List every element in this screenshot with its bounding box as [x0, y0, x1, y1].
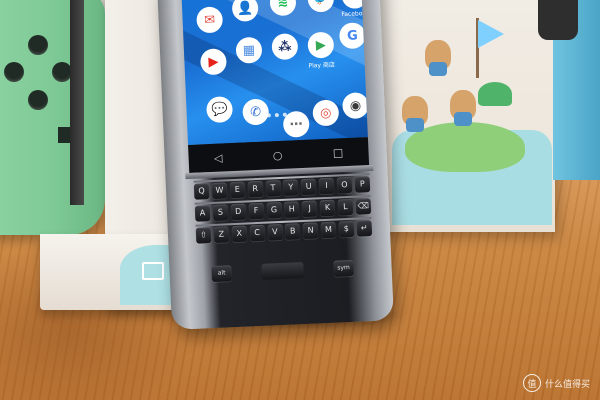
key-⇧[interactable]: ⇧	[195, 227, 212, 244]
blackberry-icon[interactable]: ⁂	[271, 33, 299, 61]
key-↵[interactable]: ↵	[356, 220, 373, 237]
box-character-3	[450, 90, 476, 126]
key-l[interactable]: L	[337, 198, 354, 216]
phone-icon[interactable]: ✆	[242, 98, 270, 126]
contacts-icon[interactable]: 👤	[231, 0, 259, 22]
gmail-icon[interactable]: ✉	[196, 6, 224, 34]
play-label: Play 商店	[308, 61, 336, 70]
facebook-icon[interactable]: f	[341, 0, 368, 10]
key-p[interactable]: P	[354, 176, 371, 193]
phone-screen: ✉👤≋🐦fFacebook▶▦⁂▶Play 商店G💬✆⋯◎◉	[181, 0, 368, 145]
physical-keyboard: alt sym Q W E R T Y U I O P A S D F G H J K L ⌫ ⇧ Z X C V B N M $ ↵	[193, 173, 375, 301]
joy-con-button-right	[52, 62, 72, 82]
key-w[interactable]: W	[211, 182, 228, 199]
joy-con-controller	[0, 0, 105, 235]
joy-con-button-left	[4, 62, 24, 82]
box-character-2	[402, 96, 428, 132]
key-z[interactable]: Z	[213, 226, 230, 243]
recent-apps-icon[interactable]: □	[333, 146, 344, 159]
joy-con-button-down	[28, 90, 48, 110]
switch-console-corner	[538, 0, 578, 40]
camera-icon[interactable]: ◉	[341, 92, 368, 120]
key-v[interactable]: V	[267, 223, 283, 241]
twitter-icon[interactable]: 🐦	[307, 0, 335, 13]
back-icon[interactable]: ◁	[214, 151, 223, 164]
spotify-icon[interactable]: ≋	[269, 0, 297, 17]
key-alt[interactable]: alt	[211, 265, 233, 283]
calculator-icon[interactable]: ▦	[235, 36, 263, 64]
key-g[interactable]: G	[266, 201, 282, 219]
key-m[interactable]: M	[320, 221, 337, 239]
apps-icon[interactable]: ⋯	[282, 110, 310, 138]
key-k[interactable]: K	[319, 199, 336, 217]
box-character-1	[425, 40, 451, 76]
key-b[interactable]: B	[284, 223, 301, 240]
key-s[interactable]: S	[212, 204, 229, 221]
watermark: 值 什么值得买	[522, 374, 590, 392]
chrome-icon[interactable]: ◎	[312, 99, 340, 127]
key-f[interactable]: F	[248, 202, 264, 220]
key-y[interactable]: Y	[283, 179, 299, 196]
joy-con-button-up	[28, 35, 48, 55]
key-⌫[interactable]: ⌫	[355, 198, 372, 215]
box-flag	[478, 20, 504, 48]
key-c[interactable]: C	[249, 224, 265, 242]
key-h[interactable]: H	[284, 201, 300, 218]
key-u[interactable]: U	[300, 178, 317, 196]
key-sym[interactable]: sym	[333, 259, 354, 277]
spacebar-key[interactable]	[261, 262, 304, 280]
box-palm-tree	[478, 82, 512, 106]
key-e[interactable]: E	[229, 181, 246, 199]
messages-icon[interactable]: 💬	[205, 96, 234, 124]
play-icon[interactable]: ▶	[307, 31, 335, 59]
blackberry-phone: ✉👤≋🐦fFacebook▶▦⁂▶Play 商店G💬✆⋯◎◉ ◁ ○ □ alt…	[157, 0, 394, 330]
key-n[interactable]: N	[302, 222, 319, 240]
key-t[interactable]: T	[265, 179, 281, 197]
key-d[interactable]: D	[230, 203, 247, 221]
facebook-label: Facebook	[341, 9, 368, 19]
joy-con-rail	[70, 0, 84, 205]
key-q[interactable]: Q	[193, 183, 210, 200]
key-j[interactable]: J	[301, 200, 318, 218]
home-icon[interactable]: ○	[273, 148, 283, 161]
key-r[interactable]: R	[247, 180, 264, 198]
youtube-icon[interactable]: ▶	[199, 48, 228, 76]
key-o[interactable]: O	[336, 176, 353, 194]
key-$[interactable]: $	[338, 220, 355, 238]
watermark-text: 什么值得买	[544, 379, 590, 390]
key-x[interactable]: X	[231, 225, 248, 243]
photo-scene: ✉👤≋🐦fFacebook▶▦⁂▶Play 商店G💬✆⋯◎◉ ◁ ○ □ alt…	[0, 0, 600, 400]
key-a[interactable]: A	[194, 205, 211, 222]
watermark-logo-icon: 值	[522, 374, 541, 392]
key-i[interactable]: I	[318, 177, 335, 195]
tv-icon	[142, 262, 164, 280]
maps-icon[interactable]: G	[338, 22, 367, 50]
